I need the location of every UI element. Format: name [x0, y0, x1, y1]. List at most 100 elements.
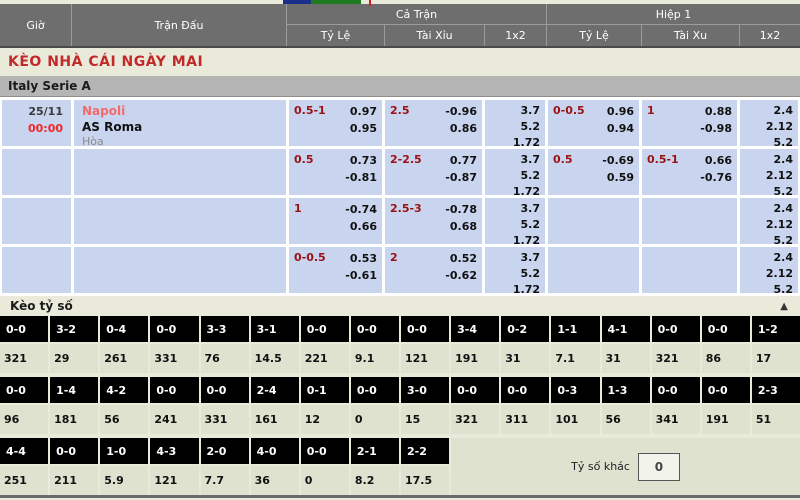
- score-cell[interactable]: 4-0: [251, 438, 299, 464]
- score-odd-cell[interactable]: 0: [301, 466, 349, 495]
- h1-overunder-cell[interactable]: 1 0.88-0.98: [642, 100, 737, 146]
- score-cell[interactable]: 3-2: [50, 316, 98, 342]
- score-odd-cell[interactable]: 15: [401, 405, 449, 434]
- score-cell[interactable]: 0-0: [301, 316, 349, 342]
- score-cell[interactable]: 3-4: [451, 316, 499, 342]
- score-cell[interactable]: 3-3: [201, 316, 249, 342]
- score-cell[interactable]: 0-0: [301, 438, 349, 464]
- score-odd-cell[interactable]: 56: [602, 405, 650, 434]
- h1-1x2-cell[interactable]: 2.42.125.2: [740, 198, 798, 244]
- score-odd-cell[interactable]: 101: [551, 405, 599, 434]
- score-odd-cell[interactable]: 191: [451, 344, 499, 373]
- score-cell[interactable]: 4-3: [150, 438, 198, 464]
- ft-overunder-cell[interactable]: 2.5-3 -0.780.68: [385, 198, 482, 244]
- score-cell[interactable]: 0-0: [0, 377, 48, 403]
- score-cell[interactable]: 0-1: [301, 377, 349, 403]
- h1-handicap-cell[interactable]: 0-0.5 0.960.94: [548, 100, 639, 146]
- score-odd-cell[interactable]: 0: [351, 405, 399, 434]
- score-odd-cell[interactable]: 321: [0, 344, 48, 373]
- score-odd-cell[interactable]: 12: [301, 405, 349, 434]
- ft-1x2-cell[interactable]: 3.75.21.72: [485, 247, 545, 293]
- collapse-arrow-icon[interactable]: ▲: [780, 301, 788, 312]
- h1-1x2-cell[interactable]: 2.42.125.2: [740, 247, 798, 293]
- score-cell[interactable]: 0-0: [501, 377, 549, 403]
- score-odd-cell[interactable]: 321: [451, 405, 499, 434]
- score-odd-cell[interactable]: 17: [752, 344, 800, 373]
- ft-handicap-cell[interactable]: 0.5-1 0.970.95: [289, 100, 382, 146]
- match-teams-cell[interactable]: Napoli AS Roma Hòa: [74, 100, 286, 146]
- ft-overunder-cell[interactable]: 2-2.5 0.77-0.87: [385, 149, 482, 195]
- score-cell[interactable]: 1-0: [100, 438, 148, 464]
- score-odd-cell[interactable]: 161: [251, 405, 299, 434]
- score-cell[interactable]: 0-0: [50, 438, 98, 464]
- score-odd-cell[interactable]: 29: [50, 344, 98, 373]
- score-cell[interactable]: 2-0: [201, 438, 249, 464]
- ft-1x2-cell[interactable]: 3.75.21.72: [485, 149, 545, 195]
- score-odd-cell[interactable]: 251: [0, 466, 48, 495]
- h1-1x2-cell[interactable]: 2.42.125.2: [740, 149, 798, 195]
- score-odd-cell[interactable]: 9.1: [351, 344, 399, 373]
- score-cell[interactable]: 0-0: [702, 316, 750, 342]
- score-odd-cell[interactable]: 14.5: [251, 344, 299, 373]
- score-odd-cell[interactable]: 56: [100, 405, 148, 434]
- ft-overunder-cell[interactable]: 2 0.52-0.62: [385, 247, 482, 293]
- score-cell[interactable]: 4-4: [0, 438, 48, 464]
- other-score-input[interactable]: [638, 453, 680, 481]
- score-cell[interactable]: 0-0: [351, 377, 399, 403]
- score-odd-cell[interactable]: 341: [652, 405, 700, 434]
- score-cell[interactable]: 3-1: [251, 316, 299, 342]
- score-cell[interactable]: 2-3: [752, 377, 800, 403]
- score-cell[interactable]: 0-0: [150, 316, 198, 342]
- score-odd-cell[interactable]: 331: [201, 405, 249, 434]
- score-cell[interactable]: 0-0: [451, 377, 499, 403]
- score-cell[interactable]: 2-4: [251, 377, 299, 403]
- score-cell[interactable]: 4-2: [100, 377, 148, 403]
- ft-1x2-cell[interactable]: 3.75.21.72: [485, 100, 545, 146]
- score-odd-cell[interactable]: 181: [50, 405, 98, 434]
- score-cell[interactable]: 0-4: [100, 316, 148, 342]
- score-cell[interactable]: 1-4: [50, 377, 98, 403]
- score-odd-cell[interactable]: 121: [150, 466, 198, 495]
- score-cell[interactable]: 0-0: [401, 316, 449, 342]
- ft-overunder-cell[interactable]: 2.5 -0.960.86: [385, 100, 482, 146]
- score-cell[interactable]: 0-0: [652, 377, 700, 403]
- score-odd-cell[interactable]: 86: [702, 344, 750, 373]
- score-odd-cell[interactable]: 51: [752, 405, 800, 434]
- score-odd-cell[interactable]: 31: [602, 344, 650, 373]
- score-cell[interactable]: 1-2: [752, 316, 800, 342]
- ft-1x2-cell[interactable]: 3.75.21.72: [485, 198, 545, 244]
- score-odd-cell[interactable]: 8.2: [351, 466, 399, 495]
- score-odd-cell[interactable]: 17.5: [401, 466, 449, 495]
- score-cell[interactable]: 0-0: [351, 316, 399, 342]
- score-cell[interactable]: 3-0: [401, 377, 449, 403]
- score-cell[interactable]: 0-0: [0, 316, 48, 342]
- score-odd-cell[interactable]: 321: [652, 344, 700, 373]
- league-header[interactable]: Italy Serie A: [0, 76, 800, 97]
- score-odd-cell[interactable]: 121: [401, 344, 449, 373]
- score-odd-cell[interactable]: 7.7: [201, 466, 249, 495]
- score-cell[interactable]: 0-0: [150, 377, 198, 403]
- ft-handicap-cell[interactable]: 0-0.5 0.53-0.61: [289, 247, 382, 293]
- score-cell[interactable]: 2-1: [351, 438, 399, 464]
- score-cell[interactable]: 0-0: [201, 377, 249, 403]
- ft-handicap-cell[interactable]: 1 -0.740.66: [289, 198, 382, 244]
- score-odd-cell[interactable]: 241: [150, 405, 198, 434]
- score-odd-cell[interactable]: 36: [251, 466, 299, 495]
- score-odd-cell[interactable]: 221: [301, 344, 349, 373]
- score-cell[interactable]: 4-1: [602, 316, 650, 342]
- h1-1x2-cell[interactable]: 2.42.125.2: [740, 100, 798, 146]
- ft-handicap-cell[interactable]: 0.5 0.73-0.81: [289, 149, 382, 195]
- score-cell[interactable]: 0-3: [551, 377, 599, 403]
- h1-overunder-cell[interactable]: 0.5-1 0.66-0.76: [642, 149, 737, 195]
- score-odd-cell[interactable]: 311: [501, 405, 549, 434]
- score-cell[interactable]: 2-2: [401, 438, 449, 464]
- score-odd-cell[interactable]: 261: [100, 344, 148, 373]
- score-odd-cell[interactable]: 31: [501, 344, 549, 373]
- score-cell[interactable]: 1-1: [551, 316, 599, 342]
- score-odd-cell[interactable]: 76: [201, 344, 249, 373]
- score-odd-cell[interactable]: 331: [150, 344, 198, 373]
- score-odd-cell[interactable]: 7.1: [551, 344, 599, 373]
- score-cell[interactable]: 0-0: [652, 316, 700, 342]
- score-odd-cell[interactable]: 211: [50, 466, 98, 495]
- score-odd-cell[interactable]: 96: [0, 405, 48, 434]
